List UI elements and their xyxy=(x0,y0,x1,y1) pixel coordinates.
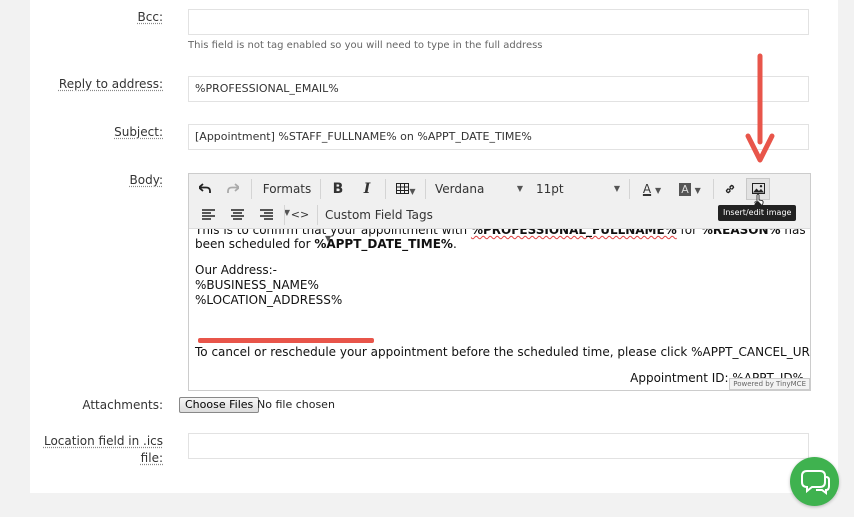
chevron-down-icon: ▼ xyxy=(516,184,523,193)
font-size-value: 11pt xyxy=(536,182,564,196)
location-label: Location field in .ics xyxy=(43,434,163,448)
location-label-line2: file: xyxy=(140,451,163,465)
font-family-value: Verdana xyxy=(435,182,485,196)
reply-to-input[interactable]: %PROFESSIONAL_EMAIL% xyxy=(188,76,809,102)
align-right-button[interactable] xyxy=(254,204,278,226)
image-icon xyxy=(751,183,765,194)
text-color-label: A xyxy=(642,182,652,196)
table-icon xyxy=(396,183,410,194)
body-label: Body: xyxy=(129,173,163,187)
align-center-button[interactable] xyxy=(225,204,249,226)
redo-icon[interactable] xyxy=(221,178,245,200)
custom-field-tags-dropdown[interactable]: Custom Field Tags ▼ xyxy=(325,204,437,243)
link-button[interactable] xyxy=(718,178,742,200)
table-button[interactable]: ▼ xyxy=(392,178,420,200)
align-center-icon xyxy=(230,209,244,220)
subject-input[interactable]: [Appointment] %STAFF_FULLNAME% on %APPT_… xyxy=(188,124,809,150)
body-line: Our Address:- xyxy=(195,263,277,277)
body-line: been scheduled for %APPT_DATE_TIME%. xyxy=(195,237,457,251)
choose-files-button[interactable]: Choose Files xyxy=(179,397,260,413)
formats-dropdown[interactable]: Formats ▼ xyxy=(259,178,315,217)
align-left-button[interactable] xyxy=(196,204,220,226)
link-icon xyxy=(725,184,735,194)
toolbar-divider xyxy=(320,179,321,199)
reply-to-label: Reply to address: xyxy=(58,77,163,91)
toolbar-divider xyxy=(385,179,386,199)
bold-button[interactable]: B xyxy=(326,178,350,200)
background-color-button[interactable]: A ▼ xyxy=(673,178,707,200)
text-color-button[interactable]: A ▼ xyxy=(635,178,669,200)
source-code-button[interactable]: <> xyxy=(288,204,312,226)
chevron-down-icon: ▼ xyxy=(613,184,620,193)
editor-content[interactable]: This is to confirm that your appointment… xyxy=(189,229,810,390)
body-line: To cancel or reschedule your appointment… xyxy=(195,345,810,359)
attachments-label: Attachments: xyxy=(82,398,163,412)
font-family-select[interactable]: Verdana ▼ xyxy=(435,178,527,200)
chat-button[interactable] xyxy=(790,457,839,506)
italic-button[interactable]: I xyxy=(355,178,379,200)
location-input[interactable] xyxy=(188,433,809,459)
underline-annotation xyxy=(198,338,374,343)
body-line: %BUSINESS_NAME% xyxy=(195,278,319,292)
bcc-help-text: This field is not tag enabled so you wil… xyxy=(188,40,543,51)
toolbar-divider xyxy=(251,179,252,199)
custom-field-tags-label: Custom Field Tags xyxy=(325,208,433,222)
font-size-select[interactable]: 11pt ▼ xyxy=(536,178,624,200)
body-line: %LOCATION_ADDRESS% xyxy=(195,293,343,307)
toolbar-divider xyxy=(629,179,630,199)
arrow-annotation xyxy=(745,53,775,163)
chat-icon xyxy=(801,470,830,495)
background-color-label: A xyxy=(679,183,691,196)
no-file-text: No file chosen xyxy=(257,398,335,411)
align-left-icon xyxy=(201,209,215,220)
bcc-input[interactable] xyxy=(188,9,809,35)
insert-image-tooltip: Insert/edit image xyxy=(718,201,797,221)
toolbar-divider xyxy=(284,205,285,225)
editor-toolbar: Formats ▼ B I ▼ Verdana ▼ 11pt ▼ A ▼ A ▼ xyxy=(189,174,810,243)
subject-label: Subject: xyxy=(114,125,163,139)
formats-label: Formats xyxy=(262,182,312,196)
undo-icon[interactable] xyxy=(193,178,217,200)
toolbar-divider xyxy=(425,179,426,199)
toolbar-divider xyxy=(317,205,318,225)
bcc-label: Bcc: xyxy=(137,10,163,24)
powered-by-badge[interactable]: Powered by TinyMCE xyxy=(729,378,810,390)
align-right-icon xyxy=(259,209,273,220)
toolbar-divider xyxy=(713,179,714,199)
